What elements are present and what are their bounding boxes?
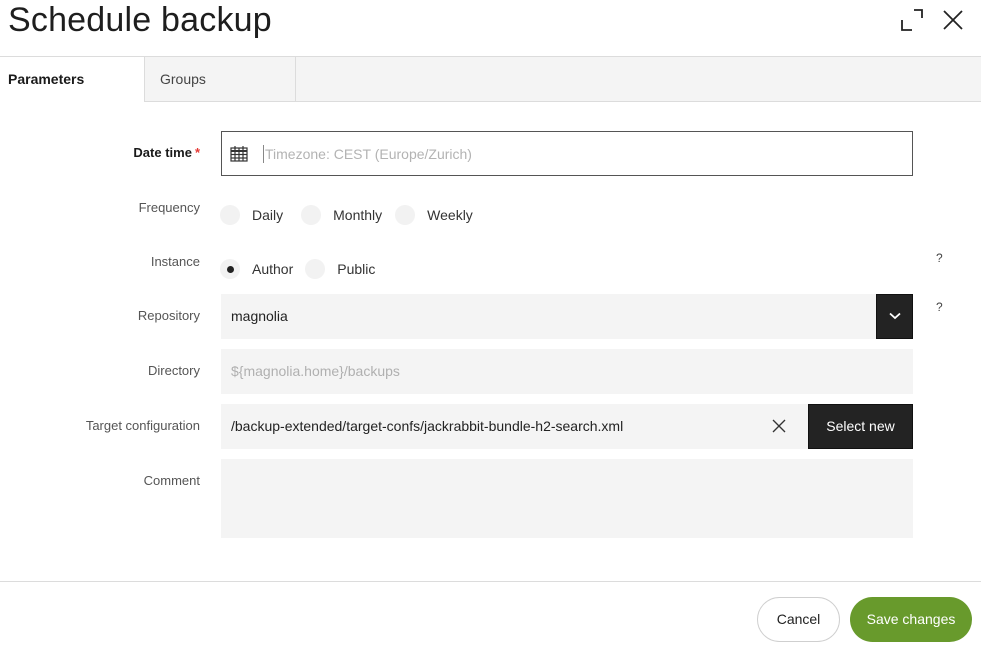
instance-option-author[interactable]: Author (220, 259, 293, 279)
calendar-icon[interactable] (230, 146, 248, 162)
select-new-button[interactable]: Select new (808, 404, 913, 449)
directory-input[interactable]: ${magnolia.home}/backups (221, 349, 913, 394)
date-time-placeholder: Timezone: CEST (Europe/Zurich) (263, 145, 472, 163)
radio-button[interactable] (220, 205, 240, 225)
comment-textarea[interactable] (221, 459, 913, 538)
tab-bar-filler (295, 57, 981, 102)
clear-icon[interactable] (772, 419, 786, 433)
footer-divider (0, 581, 981, 582)
repository-help-icon[interactable]: ? (936, 300, 943, 314)
radio-label: Daily (252, 207, 284, 223)
repository-dropdown-button[interactable] (876, 294, 913, 339)
directory-label: Directory (147, 363, 200, 378)
frequency-label: Frequency (138, 200, 200, 215)
repository-label: Repository (137, 308, 200, 323)
directory-placeholder: ${magnolia.home}/backups (231, 363, 400, 379)
radio-button[interactable] (395, 205, 416, 225)
tab-parameters[interactable]: Parameters (0, 57, 144, 102)
radio-button[interactable] (305, 259, 326, 279)
date-time-input[interactable]: Timezone: CEST (Europe/Zurich) (221, 131, 913, 176)
repository-value: magnolia (231, 308, 288, 324)
repository-select[interactable]: magnolia (221, 294, 913, 339)
target-configuration-label: Target configuration (85, 418, 200, 433)
comment-label: Comment (143, 473, 200, 488)
frequency-radio-group: Daily Monthly Weekly (220, 205, 485, 225)
cancel-button[interactable]: Cancel (757, 597, 840, 642)
tab-groups[interactable]: Groups (144, 57, 295, 102)
date-time-label-text: Date time (133, 145, 192, 160)
date-time-label: Date time * (0, 145, 200, 160)
frequency-option-weekly[interactable]: Weekly (395, 205, 473, 225)
save-changes-button[interactable]: Save changes (850, 597, 972, 642)
close-icon[interactable] (941, 8, 965, 32)
tab-bar: Parameters Groups (0, 56, 981, 102)
radio-label: Author (252, 261, 294, 277)
instance-option-public[interactable]: Public (305, 259, 375, 279)
radio-button-checked[interactable] (220, 259, 240, 279)
radio-label: Public (337, 261, 376, 277)
radio-label: Monthly (333, 207, 383, 223)
instance-radio-group: Author Public (220, 259, 387, 279)
radio-button[interactable] (301, 205, 322, 225)
frequency-option-daily[interactable]: Daily (220, 205, 283, 225)
frequency-option-monthly[interactable]: Monthly (301, 205, 382, 225)
radio-label: Weekly (427, 207, 473, 223)
maximize-icon[interactable] (900, 8, 924, 32)
instance-label: Instance (150, 254, 200, 269)
required-marker: * (194, 145, 200, 160)
target-configuration-field[interactable]: /backup-extended/target-confs/jackrabbit… (221, 404, 808, 449)
dialog-title: Schedule backup (8, 1, 272, 39)
target-configuration-value: /backup-extended/target-confs/jackrabbit… (231, 418, 624, 434)
chevron-down-icon (889, 312, 901, 320)
instance-help-icon[interactable]: ? (936, 251, 943, 265)
